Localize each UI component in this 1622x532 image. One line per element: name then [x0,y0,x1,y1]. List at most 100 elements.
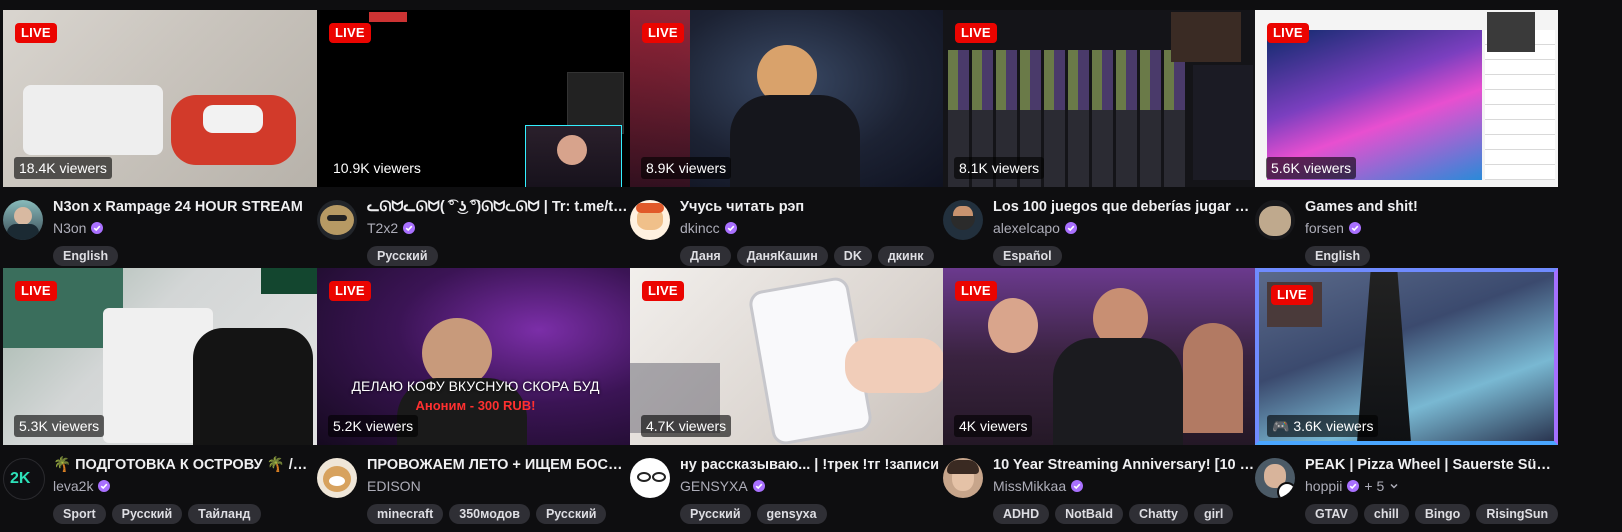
channel-label: leva2k [53,478,94,494]
viewer-count: 5.2K viewers [328,415,419,437]
stream-title[interactable]: PEAK | Pizza Wheel | Sauerste Süßigkeit [1305,455,1555,475]
stream-card[interactable]: LIVE 8.9K viewers Учусь читать рэп dkinc… [630,10,947,266]
channel-label: T2x2 [367,220,399,236]
channel-avatar[interactable] [630,200,670,240]
live-badge: LIVE [642,281,684,301]
stream-title[interactable]: 🌴 ПОДГОТОВКА К ОСТРОВУ 🌴 /w leva2k [53,455,315,475]
channel-name[interactable]: dkincc [680,218,737,238]
channel-avatar[interactable] [317,458,357,498]
tag[interactable]: Русский [111,504,183,524]
stream-grid: LIVE 18.4K viewers N3on x Rampage 24 HOU… [0,0,1622,532]
channel-name[interactable]: leva2k [53,476,111,496]
tag[interactable]: Тайланд [188,504,261,524]
stream-thumbnail[interactable]: LIVE 8.1K viewers [943,10,1260,187]
viewer-count: 5.6K viewers [1266,157,1357,179]
channel-avatar[interactable]: 2K [3,458,45,500]
tag[interactable]: Español [993,246,1062,266]
verified-icon [1064,222,1077,234]
tag[interactable]: ДаняКашин [736,246,828,266]
stream-card[interactable]: LIVE 5.6K viewers Games and shit! forsen… [1255,10,1560,266]
stream-card[interactable]: LIVE 10.9K viewers ᓚᘏᗢᓚᘏᗢ( ͡° ͜ʖ ͡°)ᘏᗢᓚᘏ… [317,10,634,266]
stream-title[interactable]: ПРОВОЖАЕМ ЛЕТО + ИЩЕМ БОССОВ [367,455,629,475]
channel-name[interactable]: GENSYXA [680,476,765,496]
tag[interactable]: Chatty [1129,504,1188,524]
tag[interactable]: minecraft [367,504,444,524]
live-badge: LIVE [955,23,997,43]
stream-thumbnail[interactable]: LIVE 🎮 3.6K viewers [1255,268,1558,445]
channel-avatar[interactable] [943,458,983,498]
tag[interactable]: English [53,246,119,266]
stream-card[interactable]: LIVE 5.3K viewers 2K 🌴 ПОДГОТОВКА К ОСТР… [3,268,320,524]
channel-label: GENSYXA [680,478,748,494]
stream-thumbnail[interactable]: LIVE 8.9K viewers [630,10,947,187]
channel-label: alexelcapo [993,220,1060,236]
channel-avatar[interactable] [943,200,983,240]
channel-name[interactable]: alexelcapo [993,218,1077,238]
channel-name[interactable]: T2x2 [367,218,416,238]
stream-card[interactable]: LIVE 4.7K viewers ну рассказываю... | !т… [630,268,947,524]
tag[interactable]: Русский [680,504,751,524]
tag[interactable]: Sport [53,504,106,524]
stream-card[interactable]: LIVE 8.1K viewers Los 100 juegos que deb… [943,10,1260,266]
tag[interactable]: ADHD [993,504,1050,524]
chevron-down-icon[interactable] [1389,481,1399,491]
stream-overlay-text: ДЕЛАЮ КОФУ ВКУСНУЮ СКОРА БУД [351,378,600,394]
verified-icon [1347,480,1360,492]
stream-thumbnail[interactable]: LIVE 4K viewers [943,268,1260,445]
tag-list: Русский gensyxa [680,504,827,524]
live-badge: LIVE [1267,23,1309,43]
viewer-count: 10.9K viewers [333,160,421,176]
stream-thumbnail[interactable]: LIVE 5.6K viewers [1255,10,1558,187]
live-badge: LIVE [15,23,57,43]
stream-title[interactable]: ну рассказываю... | !трек !тг !записи [680,455,942,475]
viewer-count: 8.1K viewers [954,157,1045,179]
tag[interactable]: girl [1193,504,1234,524]
viewer-count: 18.4K viewers [14,157,112,179]
channel-name[interactable]: N3on [53,218,104,238]
stream-thumbnail[interactable]: LIVE 10.9K viewers [317,10,634,187]
tag[interactable]: English [1305,246,1371,266]
tag[interactable]: RisingSun [1476,504,1559,524]
stream-card[interactable]: LIVE 🎮 3.6K viewers PEAK | Pizza Wheel |… [1255,268,1560,524]
tag[interactable]: дкинк [877,246,934,266]
viewer-count: 5.3K viewers [14,415,105,437]
tag[interactable]: NotBald [1055,504,1124,524]
channel-name[interactable]: MissMikkaa [993,476,1084,496]
co-streamers-count[interactable]: + 5 [1364,476,1384,496]
live-badge: LIVE [329,281,371,301]
tag-list: Español [993,246,1062,266]
stream-title[interactable]: Games and shit! [1305,197,1555,217]
stream-thumbnail[interactable]: LIVE 4.7K viewers [630,268,947,445]
verified-icon [1071,480,1084,492]
stream-title[interactable]: 10 Year Streaming Anniversary! [10 Hour … [993,455,1255,475]
stream-title[interactable]: Учусь читать рэп [680,197,942,217]
tag[interactable]: Русский [367,246,438,266]
channel-name[interactable]: EDISON [367,476,421,496]
tag[interactable]: chill [1363,504,1409,524]
stream-title[interactable]: N3on x Rampage 24 HOUR STREAM [53,197,315,217]
tag[interactable]: Даня [680,246,731,266]
stream-title[interactable]: Los 100 juegos que deberías jugar antes … [993,197,1255,217]
tag-list: GTAV chill Bingo RisingSun [1305,504,1559,524]
channel-avatar[interactable] [317,200,357,240]
stream-card[interactable]: LIVE 18.4K viewers N3on x Rampage 24 HOU… [3,10,320,266]
tag[interactable]: Bingo [1414,504,1471,524]
channel-name[interactable]: hoppii + 5 [1305,476,1399,496]
tag[interactable]: GTAV [1305,504,1358,524]
stream-title[interactable]: ᓚᘏᗢᓚᘏᗢ( ͡° ͜ʖ ͡°)ᘏᗢᓚᘏᗢ | Tr: t.me/t2x2 [367,197,629,217]
viewer-count-label: 3.6K viewers [1293,418,1374,434]
tag[interactable]: 350модов [449,504,530,524]
stream-thumbnail[interactable]: LIVE 5.3K viewers [3,268,320,445]
stream-card[interactable]: ДЕЛАЮ КОФУ ВКУСНУЮ СКОРА БУД Аноним - 30… [317,268,634,524]
tag[interactable]: gensyxa [756,504,827,524]
channel-avatar[interactable] [1255,200,1295,240]
channel-avatar[interactable] [3,200,43,240]
tag[interactable]: DK [833,246,872,266]
channel-name[interactable]: forsen [1305,218,1361,238]
tag[interactable]: Русский [535,504,607,524]
stream-thumbnail[interactable]: ДЕЛАЮ КОФУ ВКУСНУЮ СКОРА БУД Аноним - 30… [317,268,634,445]
channel-avatar[interactable] [630,458,670,498]
channel-avatar[interactable] [1255,458,1295,498]
stream-thumbnail[interactable]: LIVE 18.4K viewers [3,10,320,187]
stream-card[interactable]: LIVE 4K viewers 10 Year Streaming Annive… [943,268,1260,524]
